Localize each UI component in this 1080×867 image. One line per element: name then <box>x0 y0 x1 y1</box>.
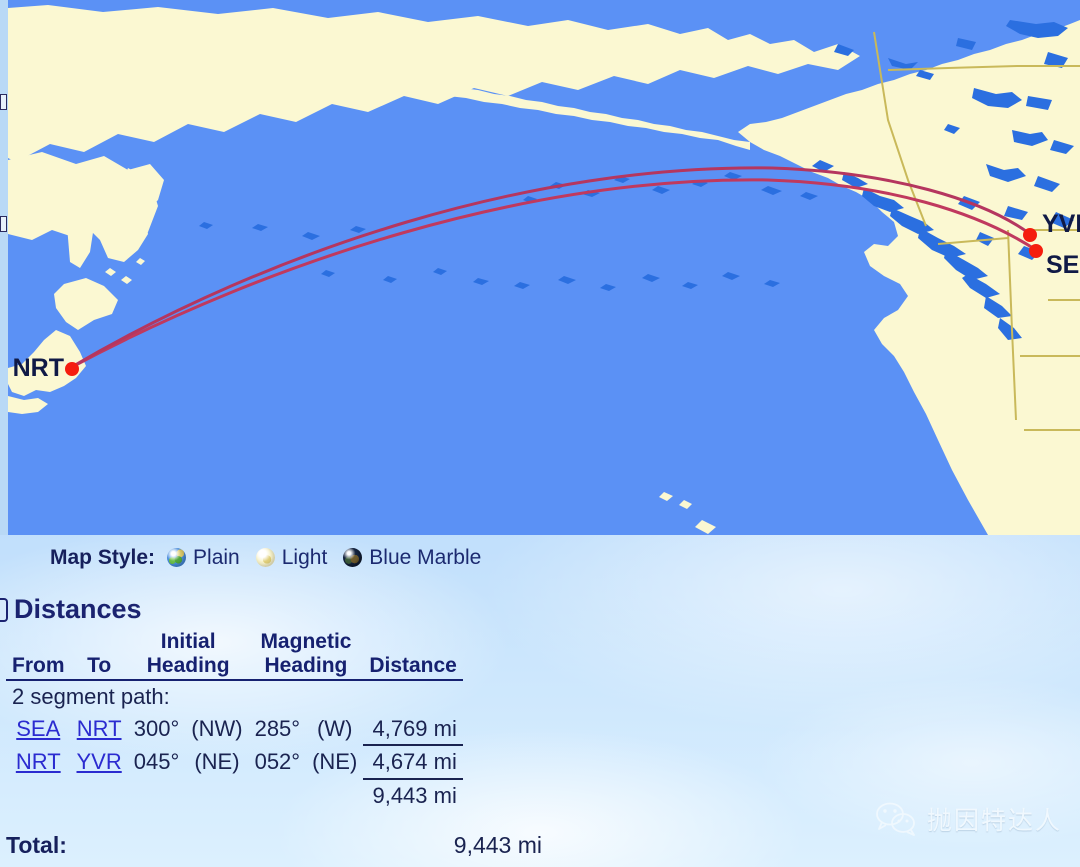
map-style-light-label: Light <box>281 545 328 569</box>
map-zoom-in-button[interactable] <box>0 94 7 110</box>
initial-heading-direction: (NE) <box>194 749 240 775</box>
subtotal-row: 9,443 mi <box>6 778 463 812</box>
airport-link-from[interactable]: NRT <box>16 749 61 774</box>
segment-distance-value: 4,674 mi <box>363 744 463 780</box>
magnetic-heading-direction: (NE) <box>312 749 358 775</box>
map-style-option-plain[interactable]: Plain <box>167 546 240 570</box>
initial-heading-value: 045° <box>133 749 180 775</box>
globe-plain-icon <box>167 548 187 567</box>
total-value: 9,443 mi <box>453 832 542 858</box>
map-zoom-out-button[interactable] <box>0 216 7 232</box>
segment-distance-value: 4,769 mi <box>372 715 457 741</box>
initial-heading-value: 300° <box>133 716 180 742</box>
column-header-distance: Distance <box>363 630 463 682</box>
map-style-plain-label: Plain <box>193 545 240 569</box>
section-collapse-icon[interactable] <box>0 597 8 622</box>
wechat-icon <box>876 802 915 836</box>
subtotal-spacer <box>6 779 363 812</box>
magnetic-heading-line2: Heading <box>264 653 348 677</box>
initial-heading-line2: Heading <box>146 653 230 677</box>
table-row: NRT YVR 045° (NE) 052° (NE) 4,674 mi <box>6 744 463 780</box>
map-style-blue-marble-label: Blue Marble <box>369 545 482 569</box>
initial-heading-direction: (NW) <box>191 716 243 742</box>
great-circle-map[interactable]: NRT YVR SEA <box>8 0 1080 535</box>
globe-blue-marble-icon <box>343 548 363 567</box>
map-style-bar: Map Style: Plain Light Blue Marble <box>0 535 1080 580</box>
svg-text:SEA: SEA <box>1046 251 1080 279</box>
map-canvas: NRT YVR SEA <box>8 0 1080 535</box>
table-header-row: From To Initial Heading Magnetic Heading… <box>6 630 463 682</box>
distances-heading-text: Distances <box>14 594 142 624</box>
airport-link-to[interactable]: NRT <box>77 716 122 741</box>
distances-table: From To Initial Heading Magnetic Heading… <box>6 630 463 812</box>
page-background: NRT YVR SEA Map Style: Pl <box>0 0 1080 867</box>
initial-heading-line1: Initial <box>160 630 216 653</box>
svg-text:YVR: YVR <box>1042 210 1080 238</box>
map-style-label: Map Style: <box>50 545 156 569</box>
magnetic-heading-value: 285° <box>254 716 301 742</box>
magnetic-heading-line1: Magnetic <box>260 630 352 653</box>
column-header-to: To <box>70 630 128 682</box>
magnetic-heading-direction: (W) <box>316 716 353 742</box>
airport-link-to[interactable]: YVR <box>77 749 122 774</box>
total-label: Total: <box>6 832 67 858</box>
watermark: 抛因特达人 <box>874 801 1062 837</box>
column-header-initial-heading: Initial Heading <box>127 630 249 682</box>
table-row: SEA NRT 300° (NW) 285° (W) 4,769 mi <box>6 713 463 746</box>
magnetic-heading-value: 052° <box>254 749 301 775</box>
svg-text:NRT: NRT <box>13 354 64 382</box>
map-container[interactable]: NRT YVR SEA <box>0 0 1080 535</box>
column-header-magnetic-heading: Magnetic Heading <box>248 630 364 682</box>
subtotal-distance-value: 9,443 mi <box>363 778 463 812</box>
segment-path-note: 2 segment path: <box>12 684 170 710</box>
map-style-option-blue-marble[interactable]: Blue Marble <box>343 546 481 570</box>
airport-link-from[interactable]: SEA <box>16 716 60 741</box>
segment-note-row: 2 segment path: <box>6 680 463 713</box>
globe-light-icon <box>255 548 275 567</box>
map-style-option-light[interactable]: Light <box>255 545 328 570</box>
total-row: Total: 9,443 mi <box>6 832 542 859</box>
distances-section-heading: Distances <box>0 594 142 625</box>
watermark-text: 抛因特达人 <box>926 806 1062 835</box>
column-header-from: From <box>6 630 71 682</box>
